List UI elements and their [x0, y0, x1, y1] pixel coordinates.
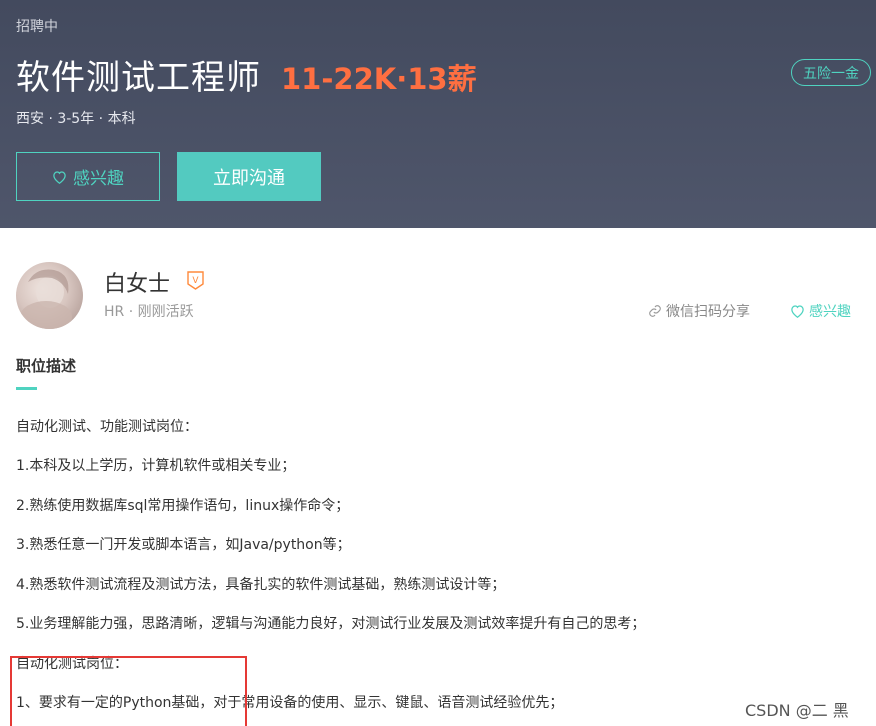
benefit-tag: 五险一金: [791, 59, 871, 86]
avatar-photo: [20, 269, 72, 329]
interest-button[interactable]: 感兴趣: [16, 152, 160, 201]
description-line: 3.熟悉任意一门开发或脚本语言，如Java/python等；: [16, 537, 351, 553]
salary: 11-22K·13薪: [281, 62, 477, 96]
title-row: 软件测试工程师 11-22K·13薪: [16, 50, 477, 99]
hiring-status: 招聘中: [16, 19, 58, 35]
description-line: 1.本科及以上学历，计算机软件或相关专业；: [16, 458, 296, 474]
section-underline: [16, 387, 37, 390]
watermark: CSDN @二 黑: [745, 701, 849, 720]
interest-link-label: 感兴趣: [809, 304, 851, 320]
interest-link[interactable]: 感兴趣: [790, 301, 851, 321]
wechat-share-button[interactable]: 微信扫码分享: [648, 301, 750, 321]
description-line: 4.熟悉软件测试流程及测试方法，具备扎实的软件测试基础，熟练测试设计等；: [16, 577, 506, 593]
job-title: 软件测试工程师: [16, 58, 261, 98]
link-icon: [649, 305, 661, 317]
description-line: 2.熟练使用数据库sql常用操作语句，linux操作命令；: [16, 498, 350, 514]
highlight-box: [10, 656, 247, 726]
chat-now-button[interactable]: 立即沟通: [177, 152, 321, 201]
job-header: 招聘中 软件测试工程师 11-22K·13薪 五险一金 西安 · 3-5年 · …: [0, 0, 876, 228]
share-label: 微信扫码分享: [666, 304, 750, 320]
heart-icon: [791, 305, 804, 318]
verified-icon: V: [187, 271, 204, 290]
avatar[interactable]: [16, 262, 83, 329]
recruiter-meta: HR · 刚刚活跃: [104, 304, 194, 320]
svg-text:V: V: [192, 276, 199, 286]
description-line: 自动化测试、功能测试岗位：: [16, 419, 198, 435]
heart-icon: [53, 170, 66, 184]
description-line: 5.业务理解能力强，思路清晰，逻辑与沟通能力良好，对测试行业发展及测试效率提升有…: [16, 616, 646, 632]
interest-button-label: 感兴趣: [73, 169, 124, 189]
job-meta: 西安 · 3-5年 · 本科: [16, 111, 136, 127]
section-title: 职位描述: [16, 357, 77, 375]
recruiter-name: 白女士: [104, 272, 171, 297]
